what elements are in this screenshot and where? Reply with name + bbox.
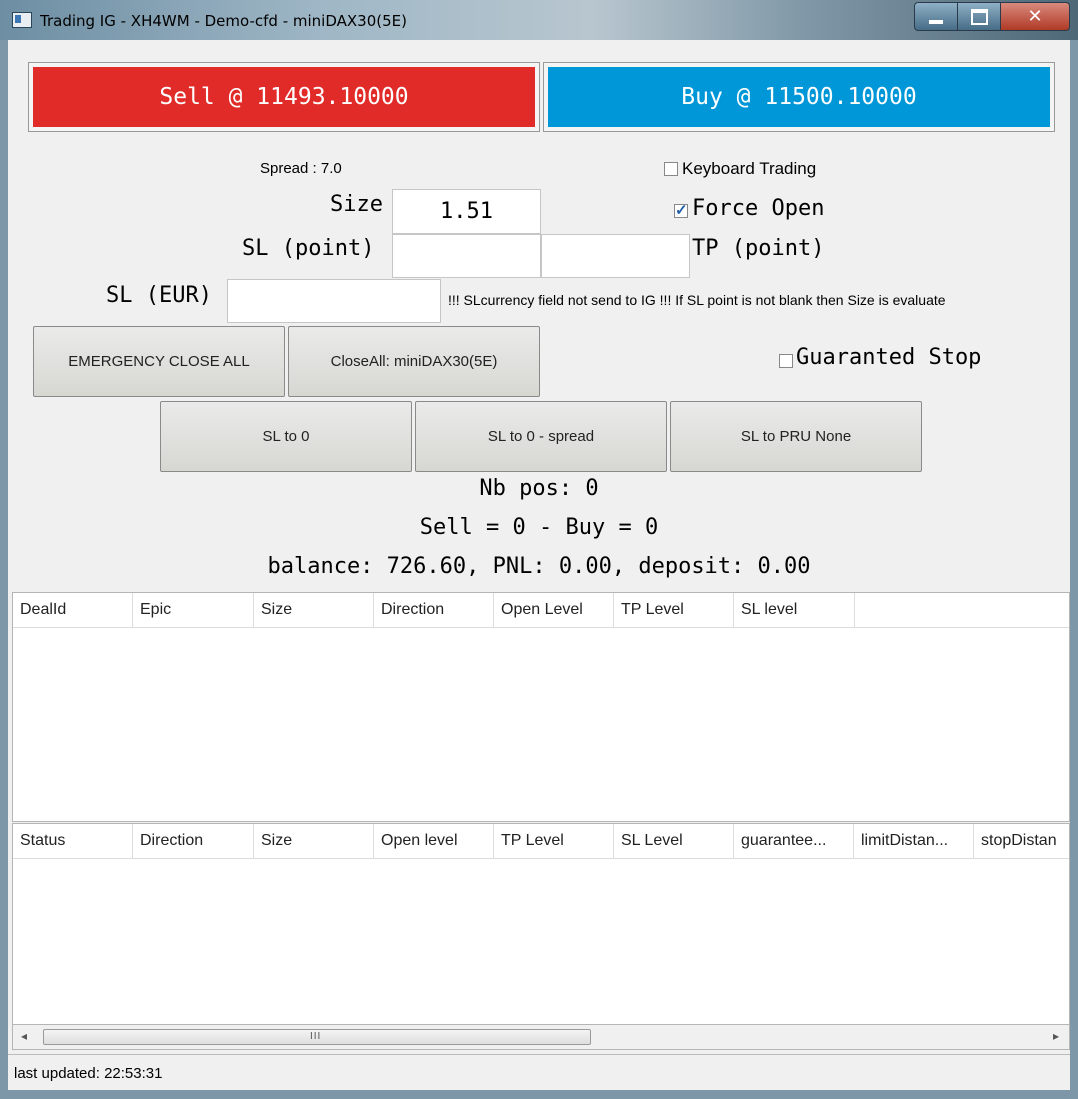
sell-button-label: Sell @ 11493.10000: [33, 67, 535, 127]
sl-currency-note: !!! SLcurrency field not send to IG !!! …: [448, 292, 946, 308]
title-bar[interactable]: Trading IG - XH4WM - Demo-cfd - miniDAX3…: [0, 0, 1078, 40]
buy-button[interactable]: Buy @ 11500.10000: [543, 62, 1055, 132]
grip-icon: III: [310, 1031, 322, 1042]
window-border-left: [0, 40, 8, 1099]
scrollbar-thumb[interactable]: III: [43, 1029, 591, 1045]
window-border-bottom: [0, 1090, 1078, 1099]
guaranteed-stop-label: Guaranted Stop: [796, 345, 982, 370]
client-area: Sell @ 11493.10000 Buy @ 11500.10000 Spr…: [8, 40, 1070, 1090]
column-header-guarantee[interactable]: guarantee...: [734, 824, 854, 858]
emergency-close-all-button[interactable]: EMERGENCY CLOSE ALL: [33, 326, 285, 397]
keyboard-trading-checkbox[interactable]: [664, 162, 678, 176]
app-icon: [12, 12, 32, 28]
status-bar: last updated: 22:53:31: [8, 1054, 1070, 1090]
guaranteed-stop-checkbox[interactable]: [779, 354, 793, 368]
sl-to-pru-button[interactable]: SL to PRU None: [670, 401, 922, 472]
last-updated-text: last updated: 22:53:31: [14, 1065, 163, 1082]
sell-button[interactable]: Sell @ 11493.10000: [28, 62, 540, 132]
tp-point-input[interactable]: [541, 234, 690, 278]
column-header-size[interactable]: Size: [254, 824, 374, 858]
maximize-icon: [970, 8, 988, 25]
column-header-direction[interactable]: Direction: [374, 593, 494, 627]
keyboard-trading-label: Keyboard Trading: [682, 159, 817, 178]
sell-buy-text: Sell = 0 - Buy = 0: [419, 515, 659, 540]
close-button[interactable]: ✕: [1000, 2, 1070, 31]
column-header-direction[interactable]: Direction: [133, 824, 254, 858]
positions-table-header: DealId Epic Size Direction Open Level TP…: [13, 593, 1069, 628]
maximize-button[interactable]: [957, 2, 1001, 31]
column-header-epic[interactable]: Epic: [133, 593, 254, 627]
window-title: Trading IG - XH4WM - Demo-cfd - miniDAX3…: [40, 12, 407, 30]
column-header-sl-level[interactable]: SL level: [734, 593, 855, 627]
buy-button-label: Buy @ 11500.10000: [548, 67, 1050, 127]
sl-point-label: SL (point): [242, 236, 375, 261]
force-open-label: Force Open: [692, 196, 825, 221]
positions-table[interactable]: DealId Epic Size Direction Open Level TP…: [12, 592, 1070, 822]
column-header-open-level[interactable]: Open Level: [494, 593, 614, 627]
close-icon: ✕: [1027, 6, 1043, 27]
column-header-status[interactable]: Status: [13, 824, 133, 858]
balance-text: balance: 726.60, PNL: 0.00, deposit: 0.0…: [267, 554, 811, 579]
window-border-right: [1070, 40, 1078, 1099]
scroll-right-icon[interactable]: ▸: [1053, 1029, 1059, 1043]
tp-point-label: TP (point): [692, 236, 825, 261]
sl-to-0-button[interactable]: SL to 0: [160, 401, 412, 472]
column-header-tp-level[interactable]: TP Level: [614, 593, 734, 627]
column-header-size[interactable]: Size: [254, 593, 374, 627]
column-header-tp-level[interactable]: TP Level: [494, 824, 614, 858]
size-input[interactable]: 1.51: [392, 189, 541, 234]
column-header-open-level[interactable]: Open level: [374, 824, 494, 858]
sl-point-input[interactable]: [392, 234, 541, 278]
force-open-checkbox[interactable]: [674, 201, 688, 219]
orders-table-header: Status Direction Size Open level TP Leve…: [13, 824, 1069, 859]
column-header-sl-level[interactable]: SL Level: [614, 824, 734, 858]
sl-eur-label: SL (EUR): [106, 283, 212, 308]
scroll-left-icon[interactable]: ◂: [21, 1029, 27, 1043]
spread-label: Spread : 7.0: [260, 160, 342, 177]
close-all-button[interactable]: CloseAll: miniDAX30(5E): [288, 326, 540, 397]
sl-to-0-spread-button[interactable]: SL to 0 - spread: [415, 401, 667, 472]
column-header-limit-distance[interactable]: limitDistan...: [854, 824, 974, 858]
orders-table[interactable]: Status Direction Size Open level TP Leve…: [12, 823, 1070, 1025]
minimize-icon: [929, 19, 943, 24]
nb-pos-text: Nb pos: 0: [479, 476, 599, 501]
size-label: Size: [330, 192, 383, 217]
sl-eur-input[interactable]: [227, 279, 441, 323]
horizontal-scrollbar[interactable]: ◂ III ▸: [12, 1024, 1070, 1050]
column-header-dealid[interactable]: DealId: [13, 593, 133, 627]
column-header-stop-distance[interactable]: stopDistan: [974, 824, 1069, 858]
minimize-button[interactable]: [914, 2, 958, 31]
